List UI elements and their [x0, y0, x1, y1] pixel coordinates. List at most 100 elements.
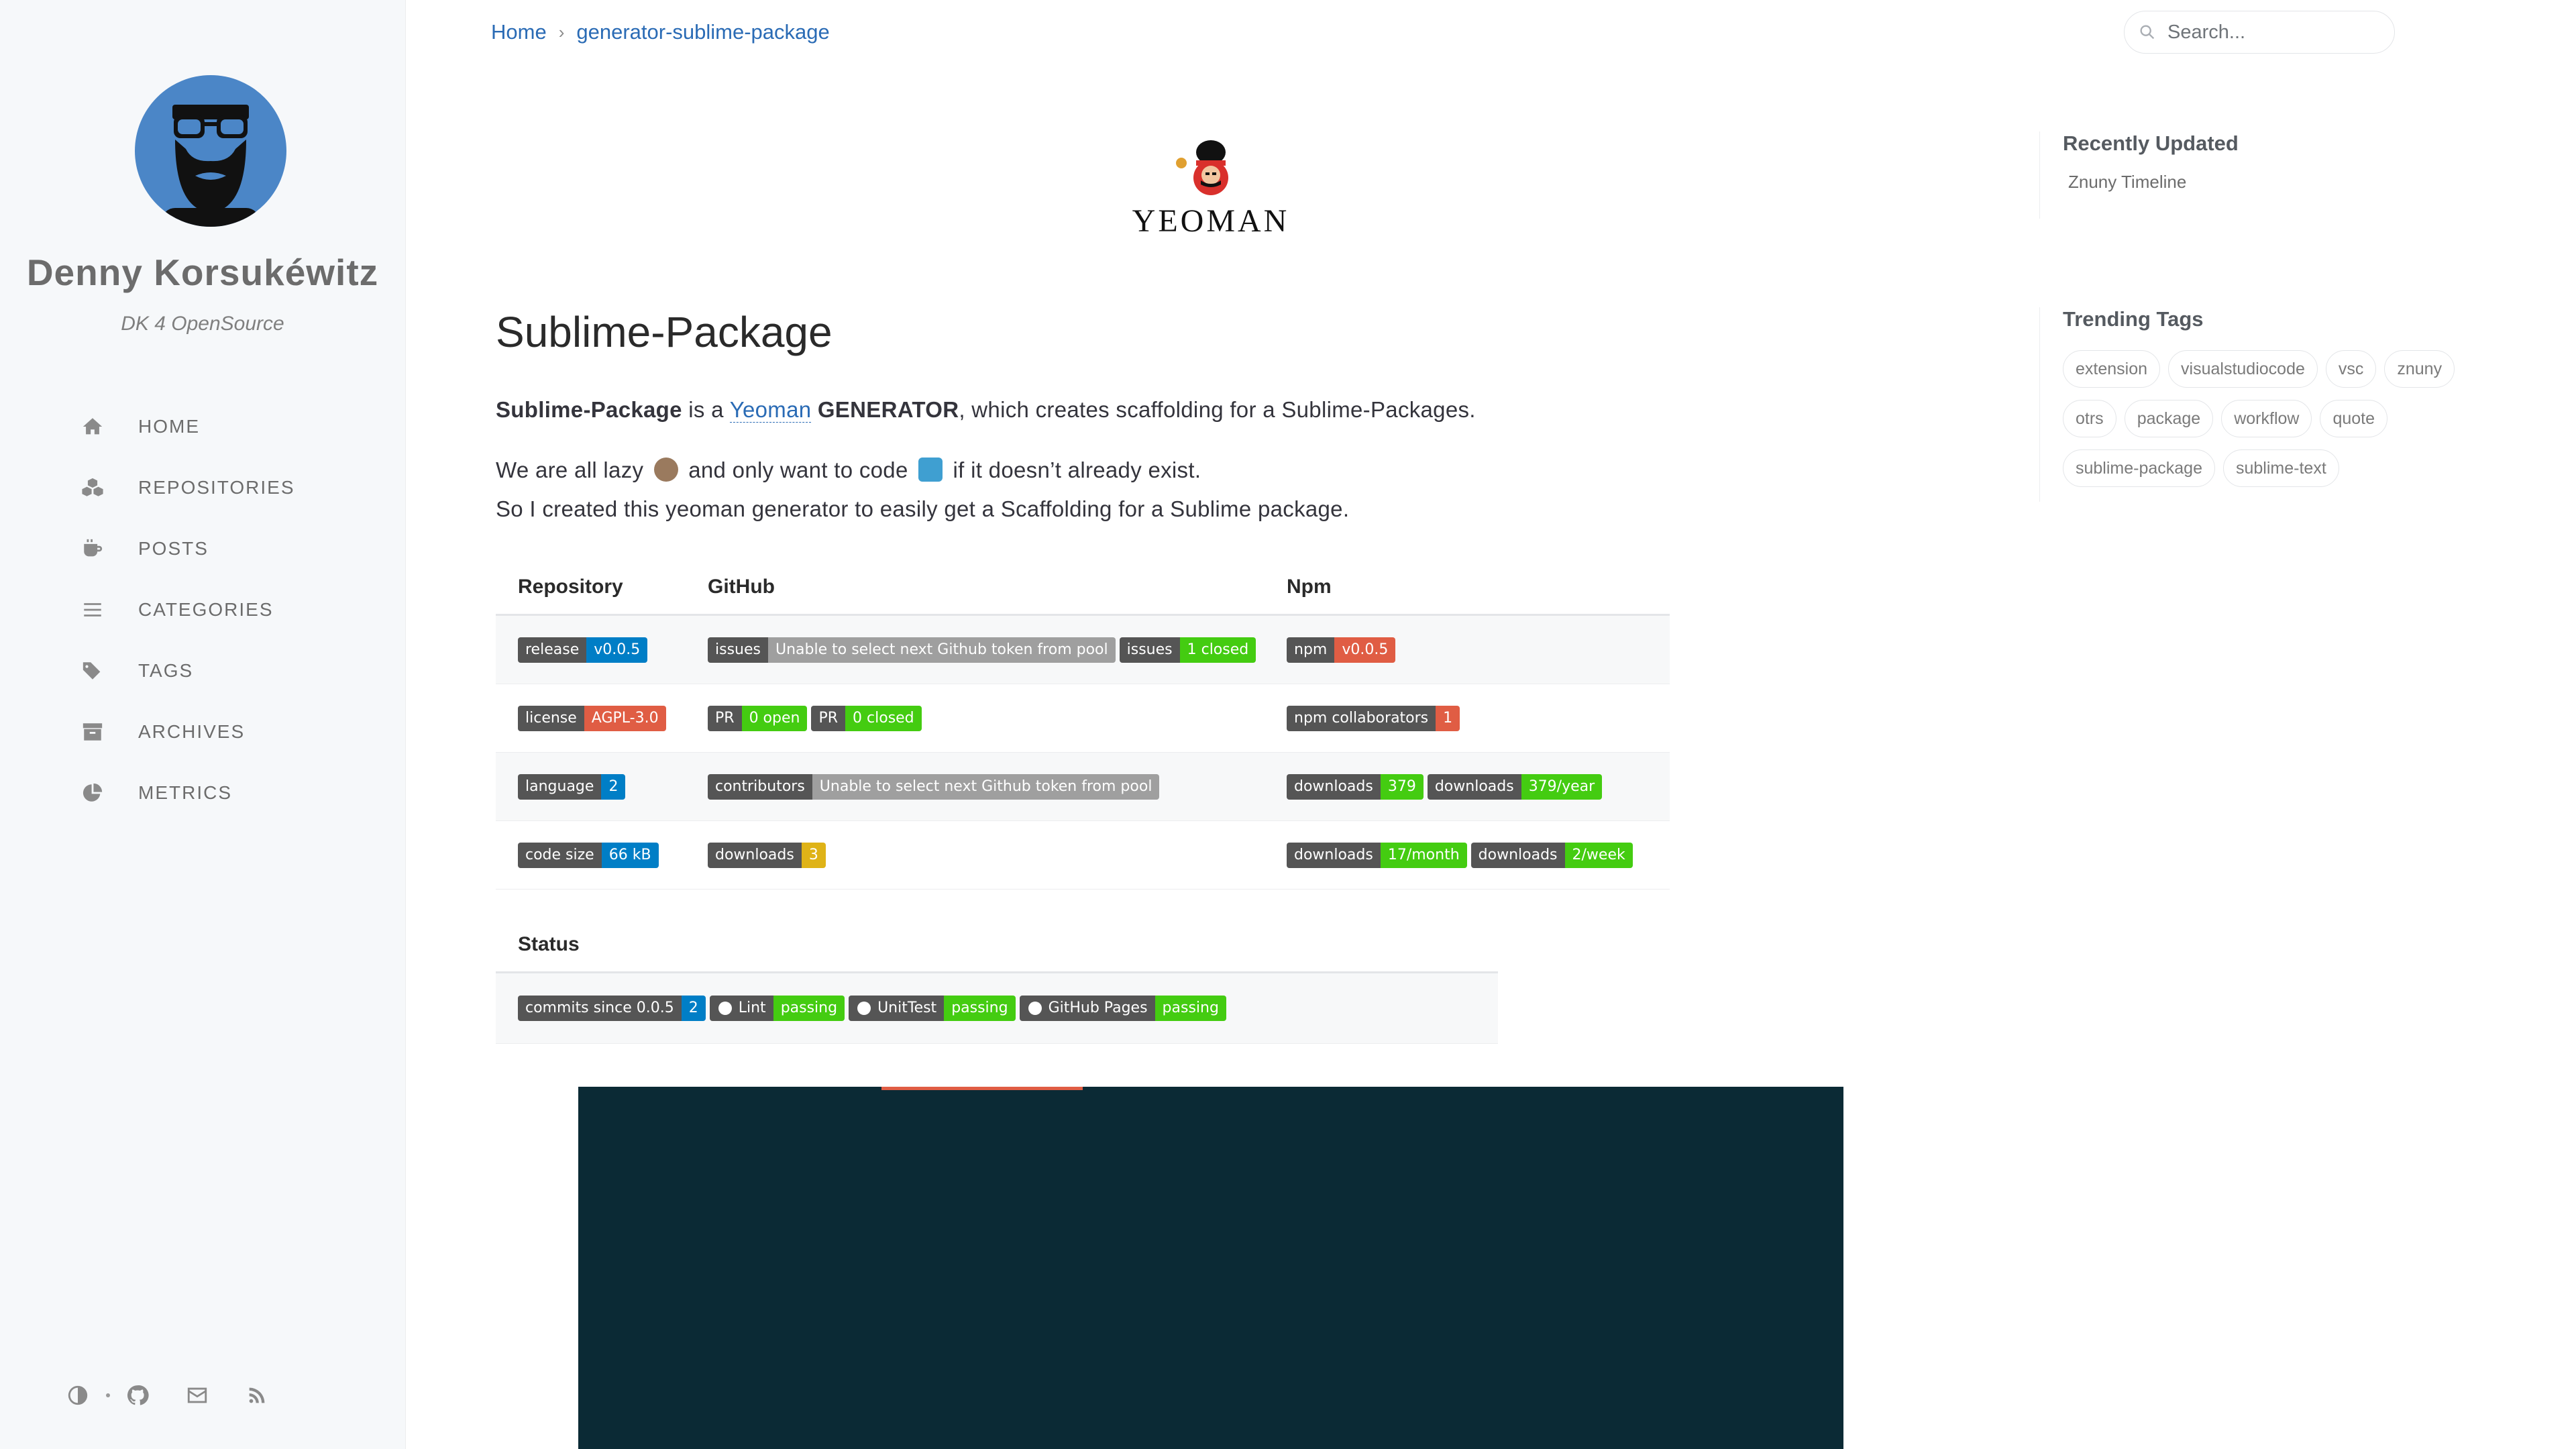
nav-archives[interactable]: ARCHIVES — [79, 712, 245, 752]
pr-open-badge[interactable]: PR 0 open — [708, 705, 808, 731]
table-row: commits since 0.0.5 2 Lint passing UnitTest p… — [496, 972, 1498, 1044]
contributors-badge[interactable]: contributors Unable to select next Github… — [708, 773, 1160, 800]
tag-chip[interactable]: otrs — [2063, 400, 2116, 437]
trending-tags-panel: Trending Tags extension visualstudiocode… — [2039, 307, 2455, 502]
rss-link[interactable] — [241, 1379, 273, 1411]
github-icon — [857, 1002, 871, 1015]
breadcrumb-current[interactable]: generator-sublime-package — [576, 20, 829, 44]
table-header: GitHub — [686, 560, 1265, 616]
lazy-text-1: We are all lazy — [496, 458, 650, 482]
github-icon — [1028, 1002, 1042, 1015]
downloads-week-badge[interactable]: downloads 2/week — [1470, 842, 1633, 868]
badge-label: commits since 0.0.5 — [518, 996, 682, 1021]
lint-badge[interactable]: Lint passing — [709, 996, 845, 1021]
tag-chip[interactable]: workflow — [2221, 400, 2312, 437]
tag-chip[interactable]: quote — [2320, 400, 2388, 437]
badge-label: PR — [811, 705, 846, 731]
table-header: Status — [496, 918, 1498, 973]
tag-chip[interactable]: package — [2124, 400, 2214, 437]
lazy-text-2: and only want to code — [682, 458, 915, 482]
trending-tags-title: Trending Tags — [2063, 307, 2204, 331]
tag-chip[interactable]: sublime-package — [2063, 449, 2215, 487]
search-icon — [2140, 25, 2155, 40]
terminal-tab-indicator — [881, 1087, 1083, 1090]
github-downloads-badge[interactable]: downloads 3 — [708, 842, 826, 868]
badge-label: downloads — [708, 842, 802, 868]
badge-label: Lint — [738, 1000, 766, 1016]
downloads-year-badge[interactable]: downloads 379/year — [1427, 773, 1603, 800]
badge-label: release — [518, 637, 587, 663]
home-icon — [79, 413, 106, 440]
nav-tags[interactable]: TAGS — [79, 651, 193, 691]
intro-generator: GENERATOR — [817, 397, 959, 422]
language-badge[interactable]: language 2 — [518, 773, 626, 800]
issues-closed-badge[interactable]: issues 1 closed — [1119, 637, 1256, 663]
repository-table: Repository GitHub Npm release v0.0.5 issu… — [496, 560, 1670, 890]
nav-home[interactable]: HOME — [79, 407, 200, 447]
tag-chip[interactable]: vsc — [2325, 350, 2377, 388]
badge-label: code size — [518, 842, 602, 868]
tag-chip[interactable]: znuny — [2384, 350, 2455, 388]
tag-chip[interactable]: visualstudiocode — [2168, 350, 2318, 388]
release-badge[interactable]: release v0.0.5 — [518, 637, 648, 663]
npm-collaborators-badge[interactable]: npm collaborators 1 — [1287, 705, 1460, 731]
terminal-demo-image — [578, 1087, 1843, 1449]
badge-value: 1 closed — [1179, 637, 1256, 663]
code-size-badge[interactable]: code size 66 kB — [518, 842, 659, 868]
badge-value: 2/week — [1564, 842, 1633, 868]
breadcrumb-home-link[interactable]: Home — [491, 20, 547, 44]
downloads-month-badge[interactable]: downloads 17/month — [1287, 842, 1467, 868]
email-icon — [187, 1387, 207, 1403]
recently-updated-panel: Recently Updated Znuny Timeline — [2039, 131, 2239, 219]
nav-home-label: HOME — [138, 416, 200, 437]
badge-label: downloads — [1427, 773, 1521, 800]
theme-toggle-button[interactable] — [62, 1379, 94, 1411]
badge-value: v0.0.5 — [1334, 637, 1396, 663]
badge-label: language — [518, 773, 602, 800]
npm-version-badge[interactable]: npm v0.0.5 — [1287, 637, 1396, 663]
badge-value: 2 — [681, 996, 706, 1021]
nav-posts-label: POSTS — [138, 538, 209, 559]
search-input[interactable] — [2166, 20, 2383, 44]
recent-post-link[interactable]: Znuny Timeline — [2068, 172, 2239, 193]
badge-value: 0 closed — [845, 705, 922, 731]
site-title[interactable]: Denny Korsukéwitz — [0, 251, 405, 294]
tag-chip[interactable]: extension — [2063, 350, 2161, 388]
tag-chip[interactable]: sublime-text — [2223, 449, 2339, 487]
nav-categories[interactable]: CATEGORIES — [79, 590, 274, 630]
github-link[interactable] — [121, 1379, 154, 1411]
post-title: Sublime-Package — [496, 308, 833, 356]
bars-icon — [79, 596, 106, 623]
nav-metrics[interactable]: METRICS — [79, 773, 232, 813]
badge-value: passing — [944, 996, 1016, 1021]
table-row: license AGPL-3.0 PR 0 open PR 0 closed npm c… — [496, 684, 1670, 753]
badge-label: downloads — [1470, 842, 1565, 868]
yeoman-mascot-icon: YEOMAN — [1132, 140, 1287, 239]
intro-paragraph: Sublime-Package is a Yeoman GENERATOR, w… — [496, 397, 1476, 423]
avatar[interactable] — [135, 75, 286, 227]
lazy-paragraph: We are all lazy and only want to code if… — [496, 458, 1201, 483]
nav-posts[interactable]: POSTS — [79, 529, 209, 569]
downloads-total-badge[interactable]: downloads 379 — [1287, 773, 1424, 800]
table-header: Npm — [1265, 560, 1670, 616]
badge-value: 66 kB — [601, 842, 659, 868]
github-icon — [718, 1002, 732, 1015]
pr-closed-badge[interactable]: PR 0 closed — [811, 705, 922, 731]
email-link[interactable] — [181, 1379, 213, 1411]
lazy-text-3: if it doesn’t already exist. — [947, 458, 1201, 482]
nav-archives-label: ARCHIVES — [138, 721, 246, 742]
unittest-badge[interactable]: UnitTest passing — [849, 996, 1016, 1021]
table-row: release v0.0.5 issues Unable to select nex… — [496, 614, 1670, 684]
badge-value: AGPL-3.0 — [584, 705, 666, 731]
github-pages-badge[interactable]: GitHub Pages passing — [1019, 996, 1226, 1021]
nav-repositories[interactable]: REPOSITORIES — [79, 468, 295, 508]
badge-value: passing — [1155, 996, 1226, 1021]
search-box[interactable] — [2124, 11, 2395, 54]
issues-badge[interactable]: issues Unable to select next Github token… — [708, 637, 1116, 663]
commits-since-badge[interactable]: commits since 0.0.5 2 — [518, 996, 706, 1021]
rss-icon — [249, 1387, 265, 1403]
license-badge[interactable]: license AGPL-3.0 — [518, 705, 666, 731]
status-table: Status commits since 0.0.5 2 Lint passing Un… — [496, 918, 1498, 1044]
yeoman-link[interactable]: Yeoman — [729, 397, 812, 423]
badge-value: Unable to select next Github token from … — [767, 637, 1116, 663]
